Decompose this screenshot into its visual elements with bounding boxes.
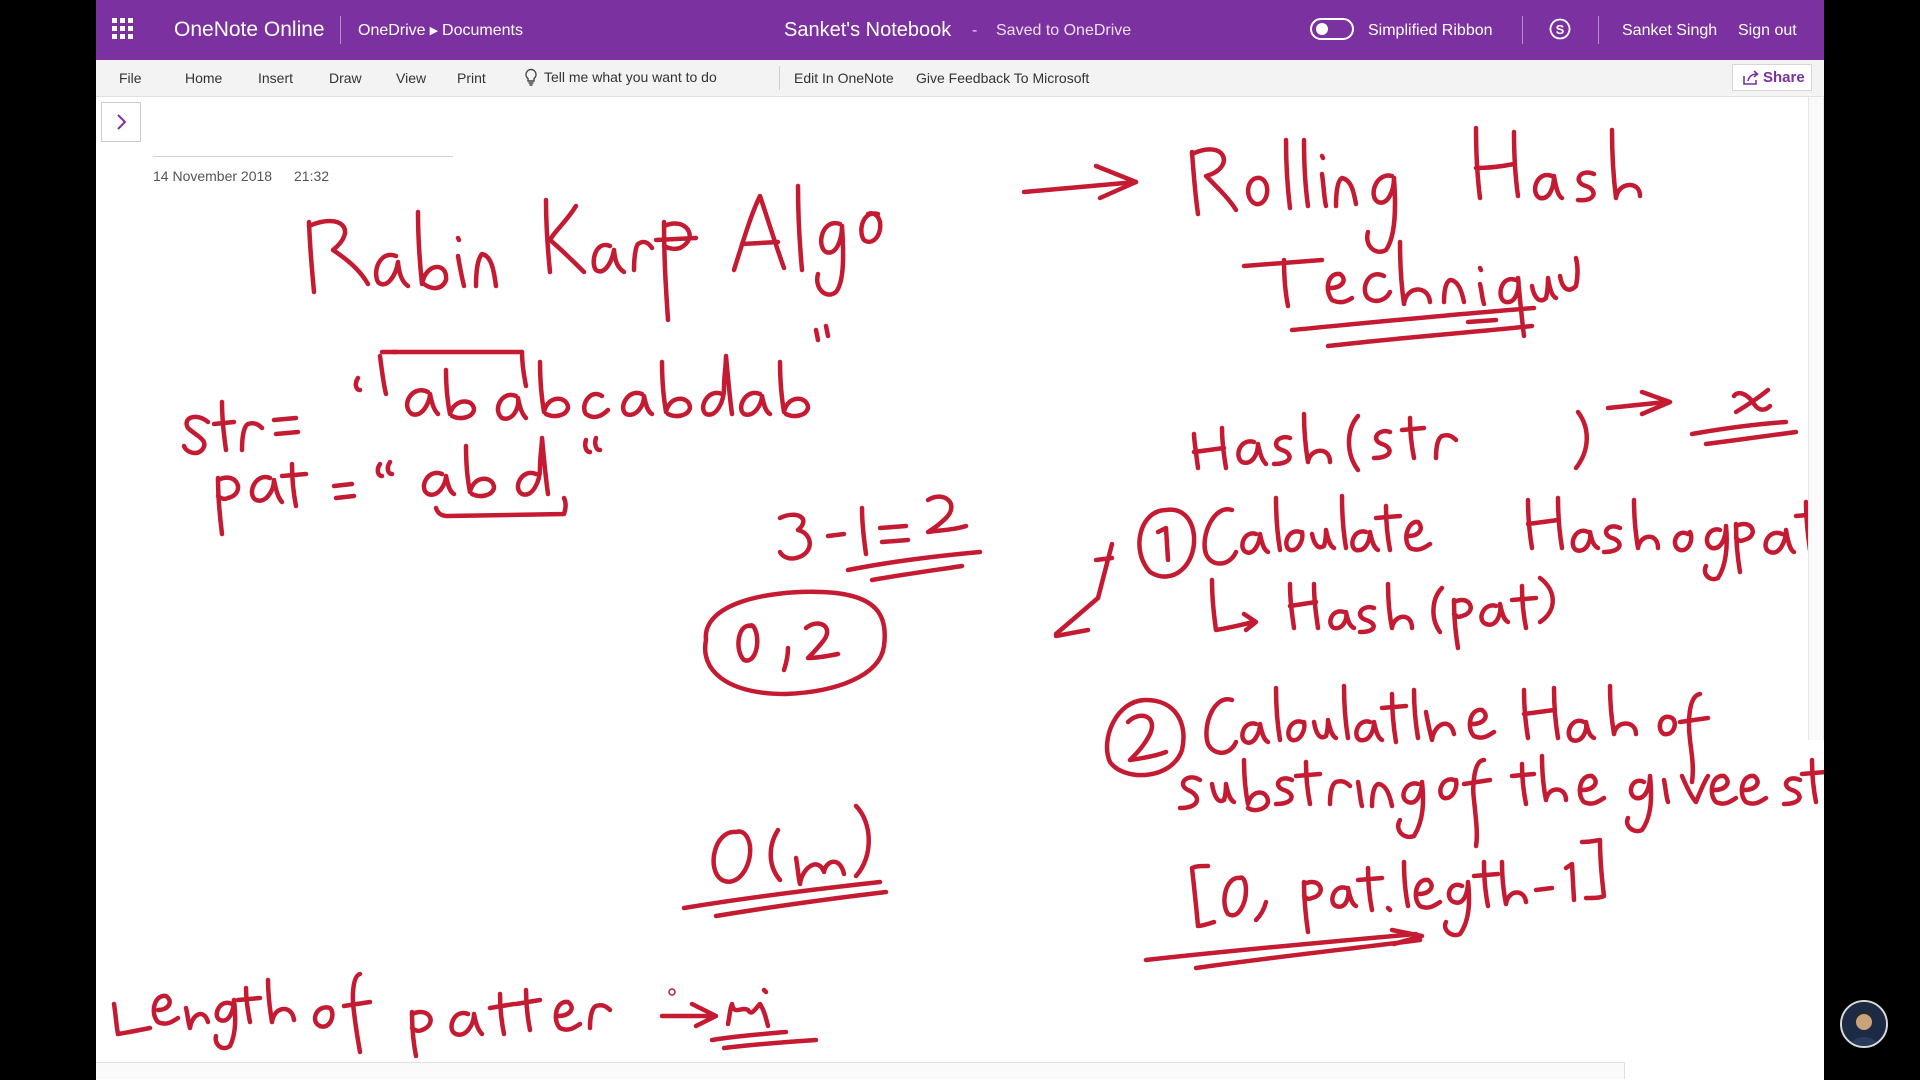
ink-step-1	[1053, 493, 1821, 651]
presenter-avatar-icon	[1842, 1002, 1886, 1046]
pen-cursor-icon	[668, 988, 676, 996]
ink-canvas[interactable]	[96, 0, 1824, 1080]
ink-pat-line	[215, 435, 603, 537]
ink-step-2	[1104, 683, 1824, 971]
ink-hash-str	[1191, 387, 1799, 473]
ink-calc-3-1-2	[777, 494, 983, 583]
presenter-avatar	[1840, 1000, 1888, 1048]
horizontal-scrollbar[interactable]	[96, 1062, 1625, 1079]
onenote-window: OneNote Online OneDrive ▶ Documents Sanket…	[96, 0, 1824, 1080]
ink-rolling-hash-technique	[1021, 125, 1643, 349]
ink-complexity-o-m	[681, 803, 889, 919]
ink-pattern-length	[111, 971, 819, 1059]
vertical-scrollbar[interactable]	[1808, 97, 1824, 740]
ink-str-line	[181, 323, 831, 456]
ink-range-0-2	[702, 589, 887, 697]
ink-title-rabin-karp-algo	[306, 183, 883, 323]
